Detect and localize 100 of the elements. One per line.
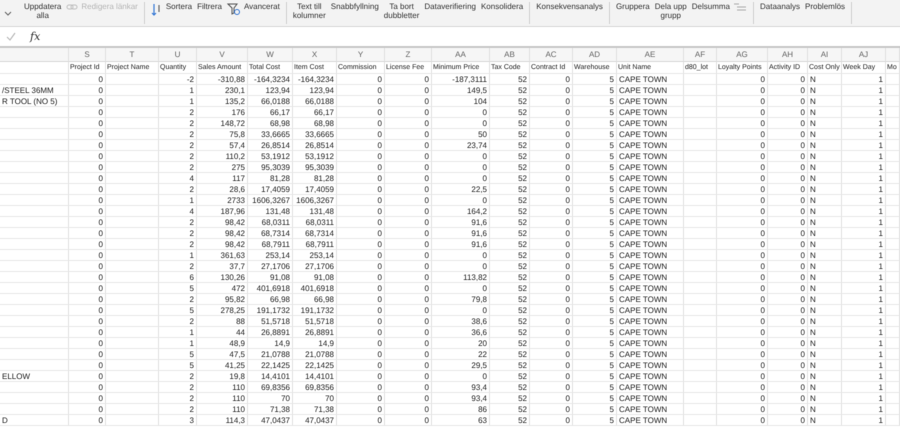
table-cell: 5 bbox=[573, 184, 617, 195]
table-cell: 1 bbox=[159, 250, 197, 261]
column-letter-header[interactable]: Y bbox=[337, 48, 385, 62]
table-cell: N bbox=[808, 140, 842, 151]
table-cell bbox=[684, 129, 717, 140]
column-letter-header[interactable]: AC bbox=[530, 48, 573, 62]
table-cell: 0 bbox=[385, 74, 432, 85]
table-cell: 0 bbox=[337, 206, 385, 217]
function-label[interactable]: fx bbox=[30, 30, 40, 43]
column-letter-header[interactable]: Z bbox=[385, 48, 432, 62]
ribbon-button[interactable]: Gruppera bbox=[616, 2, 650, 11]
table-cell: 0 bbox=[717, 151, 768, 162]
table-cell: 68,7314 bbox=[293, 228, 337, 239]
ribbon-button[interactable]: Text till kolumner bbox=[292, 2, 326, 20]
ribbon-button[interactable]: Problemlös bbox=[805, 2, 846, 11]
chevron-down-icon[interactable] bbox=[4, 10, 12, 18]
column-letter-header[interactable]: AF bbox=[684, 48, 717, 62]
column-letter-header[interactable]: AD bbox=[573, 48, 617, 62]
ribbon-button[interactable]: Filtrera bbox=[197, 2, 222, 11]
ribbon-button[interactable]: Dataverifiering bbox=[424, 2, 476, 11]
table-cell: 0 bbox=[768, 195, 808, 206]
table-cell: 0 bbox=[337, 96, 385, 107]
column-letter-header[interactable]: AH bbox=[768, 48, 808, 62]
table-cell: 0 bbox=[530, 184, 573, 195]
table-cell: 52 bbox=[490, 338, 530, 349]
table-cell: 1 bbox=[842, 151, 886, 162]
table-cell: 0 bbox=[768, 140, 808, 151]
ribbon-button[interactable]: Snabbfyllning bbox=[330, 2, 379, 11]
table-cell: 0 bbox=[69, 74, 106, 85]
check-icon[interactable] bbox=[6, 32, 16, 41]
table-cell: 0 bbox=[768, 107, 808, 118]
table-cell bbox=[684, 96, 717, 107]
ribbon-button[interactable]: Konsolidera bbox=[480, 2, 524, 11]
table-cell: 1 bbox=[159, 96, 197, 107]
table-cell bbox=[0, 162, 69, 173]
table-cell bbox=[0, 294, 69, 305]
column-letter-header[interactable]: S bbox=[69, 48, 106, 62]
table-cell: 1 bbox=[842, 404, 886, 415]
table-cell bbox=[106, 96, 159, 107]
table-cell: 0 bbox=[530, 228, 573, 239]
table-cell: 0 bbox=[385, 206, 432, 217]
table-cell: N bbox=[808, 239, 842, 250]
table-cell: 0 bbox=[530, 261, 573, 272]
table-cell: 0 bbox=[717, 239, 768, 250]
table-cell: 0 bbox=[385, 415, 432, 426]
column-letter-header[interactable]: AJ bbox=[842, 48, 886, 62]
table-cell bbox=[886, 283, 900, 294]
table-cell bbox=[0, 261, 69, 272]
table-cell: CAPE TOWN bbox=[617, 217, 684, 228]
table-cell: 0 bbox=[768, 404, 808, 415]
ribbon-button[interactable]: Ta bort dubbletter bbox=[384, 2, 420, 20]
table-cell bbox=[886, 85, 900, 96]
table-cell: 5 bbox=[573, 140, 617, 151]
ribbon-button[interactable]: Uppdatera alla bbox=[24, 2, 62, 20]
column-letter-header[interactable]: AB bbox=[490, 48, 530, 62]
table-cell: 0 bbox=[768, 316, 808, 327]
ribbon-button[interactable]: Konsekvensanalys bbox=[536, 2, 603, 11]
table-cell: 1 bbox=[842, 173, 886, 184]
table-cell bbox=[886, 118, 900, 129]
table-cell bbox=[684, 74, 717, 85]
table-cell: 0 bbox=[717, 371, 768, 382]
column-letter-header[interactable]: U bbox=[159, 48, 197, 62]
table-cell: CAPE TOWN bbox=[617, 107, 684, 118]
table-cell: N bbox=[808, 393, 842, 404]
column-letter-header[interactable]: AI bbox=[808, 48, 842, 62]
table-cell bbox=[684, 294, 717, 305]
ribbon-button[interactable]: Dataanalys bbox=[760, 2, 800, 11]
column-letter-header[interactable]: AE bbox=[617, 48, 684, 62]
table-cell bbox=[0, 195, 69, 206]
column-letter-header[interactable]: T bbox=[106, 48, 159, 62]
table-cell: 0 bbox=[717, 316, 768, 327]
table-cell: 69,8356 bbox=[248, 382, 293, 393]
column-letter-header[interactable]: AA bbox=[432, 48, 490, 62]
ribbon-button[interactable]: Sortera bbox=[150, 2, 192, 18]
table-cell: 0 bbox=[768, 272, 808, 283]
table-cell: 0 bbox=[385, 338, 432, 349]
table-cell: 0 bbox=[385, 404, 432, 415]
table-cell: 1 bbox=[842, 118, 886, 129]
table-cell: 0 bbox=[530, 404, 573, 415]
table-cell: N bbox=[808, 173, 842, 184]
table-cell: 0 bbox=[530, 118, 573, 129]
ribbon-button[interactable]: Delsumma bbox=[692, 2, 747, 12]
ribbon-button[interactable]: Avancerat bbox=[226, 2, 280, 16]
table-cell: 70 bbox=[293, 393, 337, 404]
table-cell: 1 bbox=[842, 415, 886, 426]
table-cell bbox=[886, 74, 900, 85]
column-letter-header[interactable]: W bbox=[248, 48, 293, 62]
table-cell: 14,4101 bbox=[293, 371, 337, 382]
column-letter-header[interactable]: AG bbox=[717, 48, 768, 62]
table-cell bbox=[886, 360, 900, 371]
table-cell: 123,94 bbox=[293, 85, 337, 96]
table-cell: 0 bbox=[432, 151, 490, 162]
table-cell: N bbox=[808, 338, 842, 349]
table-cell: 0 bbox=[530, 239, 573, 250]
ribbon-button[interactable]: Dela upp grupp bbox=[654, 2, 687, 20]
table-cell: 22,5 bbox=[432, 184, 490, 195]
table-cell bbox=[106, 415, 159, 426]
column-letter-header[interactable]: V bbox=[197, 48, 248, 62]
table-cell: 0 bbox=[385, 305, 432, 316]
column-letter-header[interactable]: X bbox=[293, 48, 337, 62]
